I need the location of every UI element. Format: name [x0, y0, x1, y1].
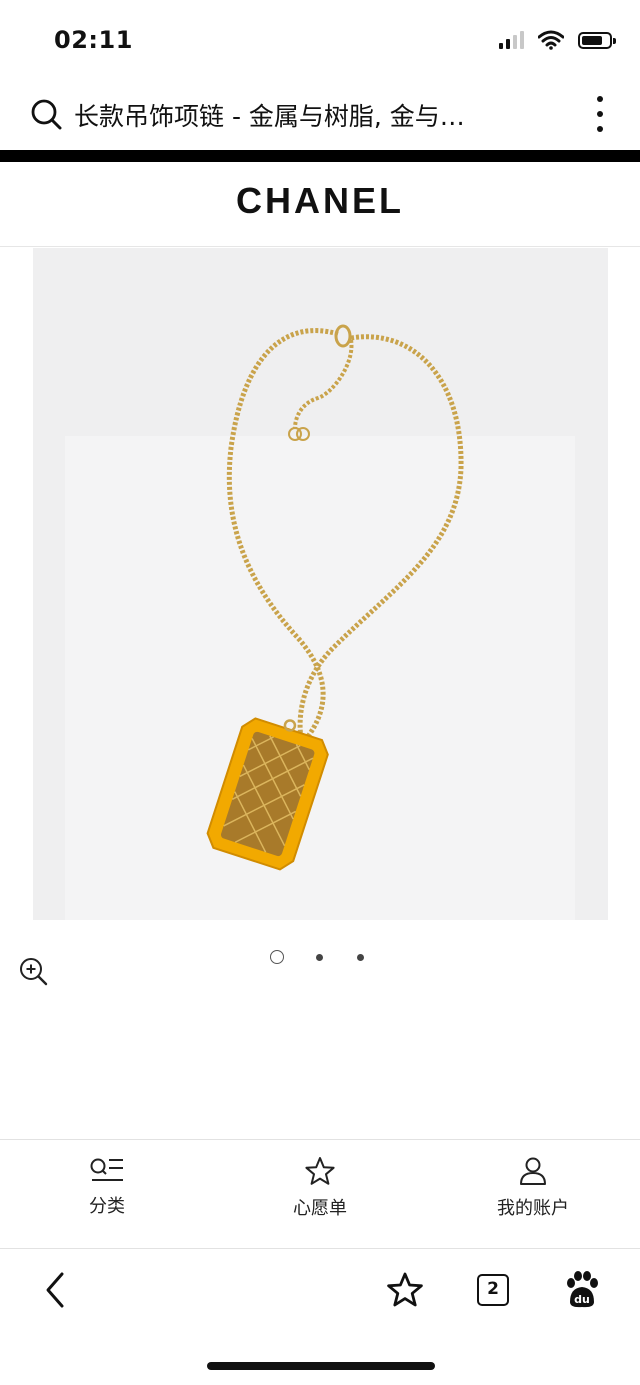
status-icons — [499, 30, 616, 50]
carousel-indicator — [270, 950, 364, 964]
star-icon — [305, 1157, 335, 1185]
more-menu-icon[interactable] — [596, 96, 604, 132]
carousel-dot[interactable] — [357, 953, 364, 961]
bookmark-star-icon[interactable] — [386, 1272, 424, 1308]
header-divider — [0, 150, 640, 162]
necklace-illustration — [65, 324, 575, 920]
search-bar[interactable]: 长款吊饰项链 - 金属与树脂, 金与… — [0, 80, 640, 148]
tabs-count-button[interactable]: 2 — [477, 1274, 509, 1306]
status-bar: 02:11 — [0, 0, 640, 80]
brand-header: CHANEL — [0, 162, 640, 247]
user-icon — [520, 1157, 546, 1185]
search-icon — [31, 99, 62, 130]
search-query-text[interactable]: 长款吊饰项链 - 金属与树脂, 金与… — [74, 97, 554, 133]
category-list-icon — [90, 1158, 123, 1181]
home-indicator — [207, 1362, 435, 1370]
cellular-signal-icon — [499, 31, 524, 49]
brand-logo[interactable]: CHANEL — [0, 180, 640, 222]
battery-icon — [578, 31, 616, 49]
nav-item-account[interactable]: 我的账户 — [463, 1156, 603, 1220]
zoom-in-icon[interactable] — [18, 956, 48, 986]
nav-label: 心愿单 — [293, 1198, 347, 1219]
nav-item-wishlist[interactable]: 心愿单 — [250, 1156, 390, 1220]
carousel-dot-active[interactable] — [270, 950, 284, 964]
svg-text:du: du — [574, 1293, 590, 1306]
baidu-paw-icon[interactable]: du — [562, 1270, 602, 1310]
status-time: 02:11 — [54, 26, 133, 54]
back-chevron-icon[interactable] — [40, 1270, 70, 1310]
bottom-nav: 分类 心愿单 我的账户 — [0, 1139, 640, 1249]
nav-label: 我的账户 — [497, 1198, 569, 1219]
browser-toolbar: 2 du — [0, 1250, 640, 1385]
carousel-dot[interactable] — [316, 953, 323, 961]
product-image[interactable] — [33, 248, 608, 920]
nav-item-category[interactable]: 分类 — [37, 1156, 177, 1218]
wifi-icon — [538, 30, 564, 50]
nav-label: 分类 — [89, 1196, 125, 1217]
